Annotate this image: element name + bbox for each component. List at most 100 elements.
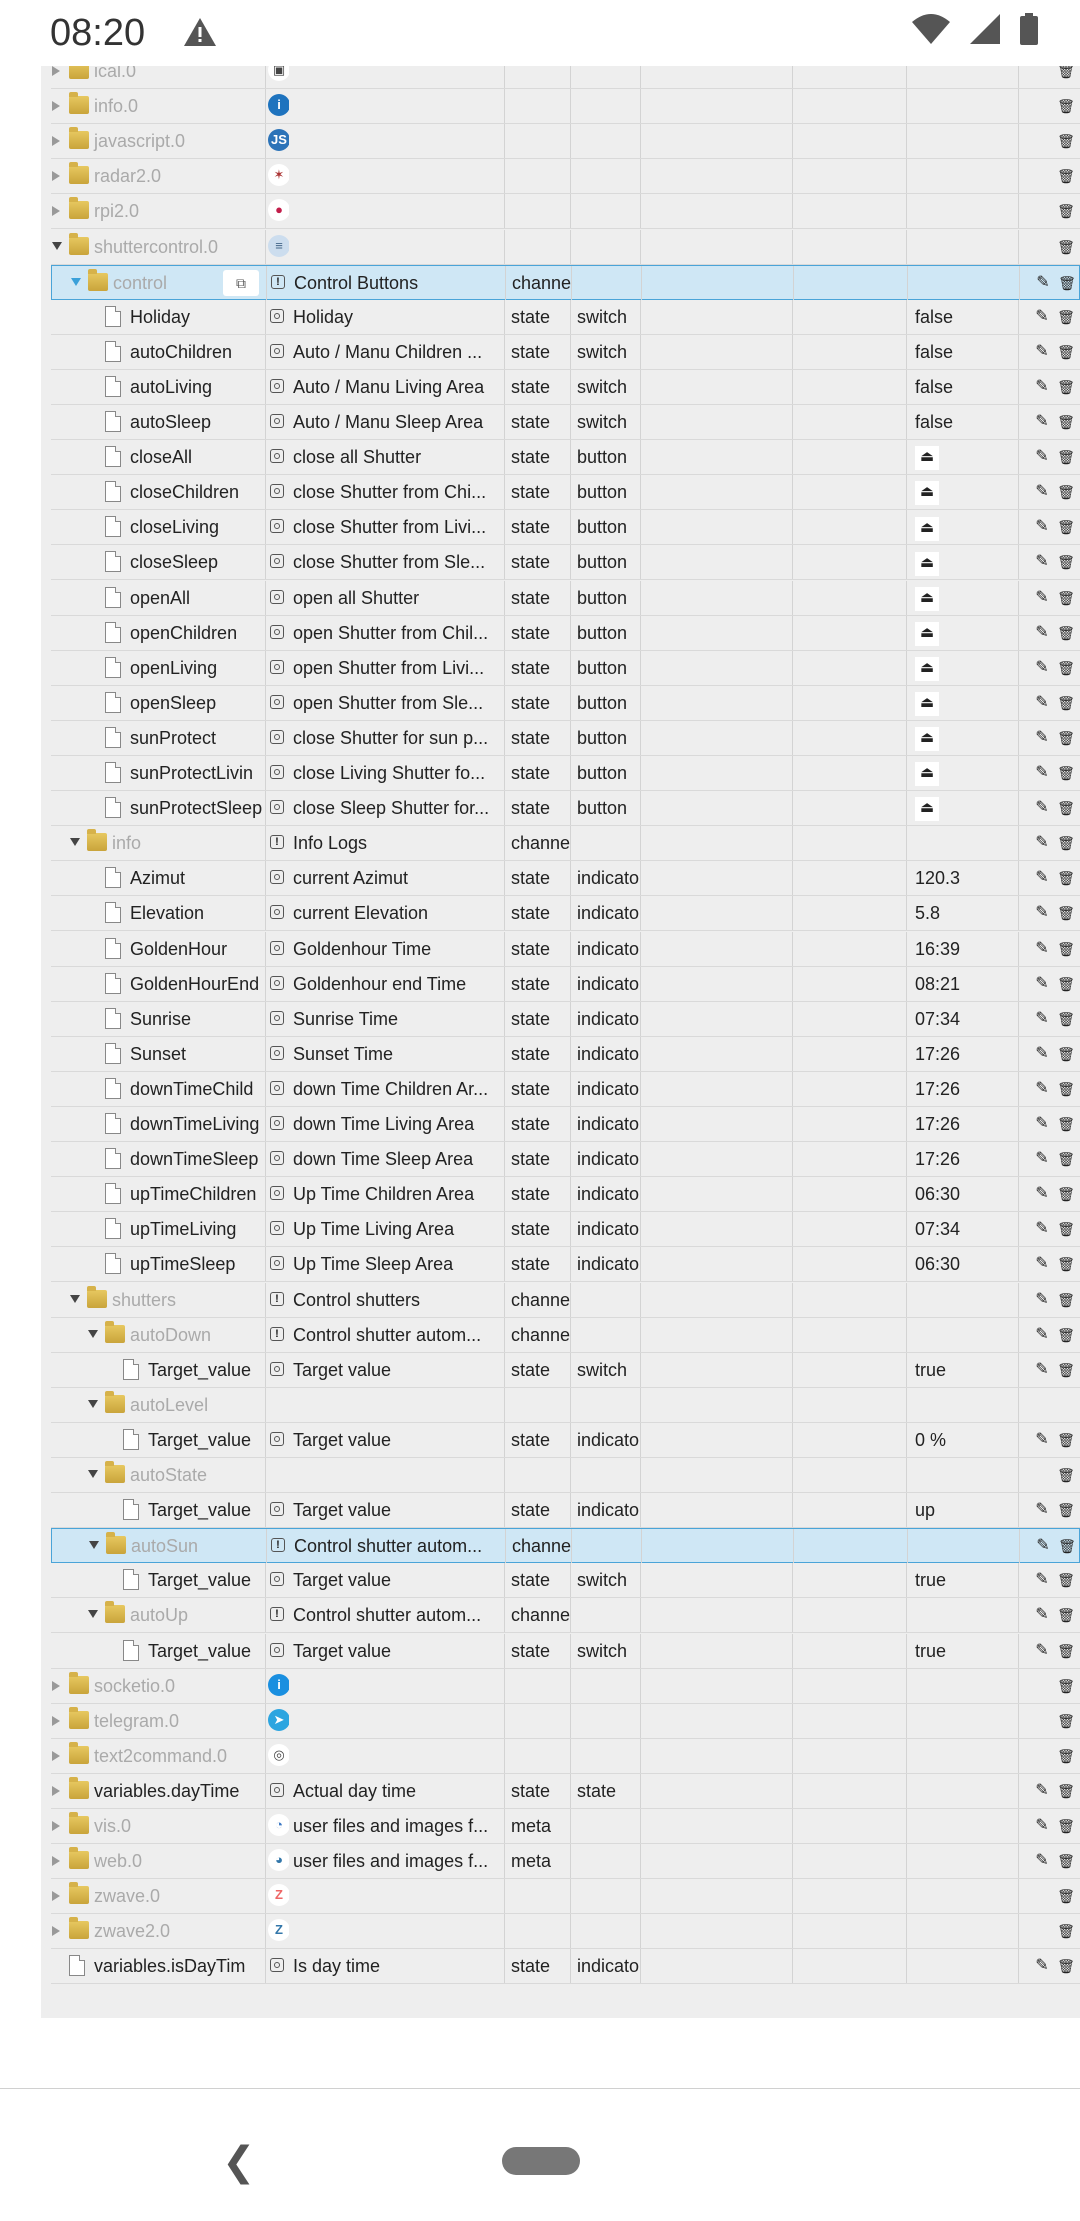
tree-row[interactable]: info! Info Logs channe ✎ 🗑: [51, 826, 1080, 862]
expand-toggle-icon[interactable]: [52, 66, 60, 76]
delete-trash-icon[interactable]: 🗑: [1057, 238, 1075, 256]
tree-row[interactable]: socketio.0 i 🗑: [51, 1668, 1080, 1704]
home-pill-icon[interactable]: [502, 2147, 580, 2175]
tree-row[interactable]: autoChildren Auto / Manu Children ... stat…: [51, 334, 1080, 370]
tree-row[interactable]: GoldenHourEnd Goldenhour end Time state ind…: [51, 966, 1080, 1002]
delete-trash-icon[interactable]: 🗑: [1058, 1537, 1076, 1555]
delete-trash-icon[interactable]: 🗑: [1057, 1922, 1075, 1940]
tree-row[interactable]: openChildren open Shutter from Chil... sta…: [51, 615, 1080, 651]
edit-pencil-icon[interactable]: ✎: [1033, 448, 1051, 466]
value-cell[interactable]: ⏏: [906, 475, 1018, 510]
tree-row[interactable]: Target_value Target value state switch true ✎…: [51, 1633, 1080, 1669]
expand-toggle-icon[interactable]: [52, 1715, 60, 1726]
expand-toggle-icon[interactable]: [71, 277, 81, 286]
tree-row[interactable]: Target_value Target value state switch true ✎…: [51, 1563, 1080, 1599]
tree-row[interactable]: Sunrise Sunrise Time state indicato 07:34 ✎ 🗑: [51, 1001, 1080, 1037]
tree-row[interactable]: Elevation current Elevation state indicato 5…: [51, 896, 1080, 932]
edit-pencil-icon[interactable]: ✎: [1033, 1326, 1051, 1344]
value-cell[interactable]: ⏏: [906, 756, 1018, 790]
tree-row[interactable]: javascript.0 JS 🗑: [51, 124, 1080, 160]
push-button-icon[interactable]: ⏏: [915, 692, 939, 717]
edit-pencil-icon[interactable]: ✎: [1033, 1642, 1051, 1660]
delete-trash-icon[interactable]: 🗑: [1057, 1115, 1075, 1133]
delete-trash-icon[interactable]: 🗑: [1057, 132, 1075, 150]
tree-row[interactable]: GoldenHour Goldenhour Time state indicato 16…: [51, 931, 1080, 967]
delete-trash-icon[interactable]: 🗑: [1057, 1571, 1075, 1589]
expand-toggle-icon[interactable]: [88, 1329, 98, 1338]
edit-pencil-icon[interactable]: ✎: [1033, 1852, 1051, 1870]
edit-pencil-icon[interactable]: ✎: [1033, 975, 1051, 993]
delete-trash-icon[interactable]: 🗑: [1057, 1185, 1075, 1203]
push-button-icon[interactable]: ⏏: [915, 656, 939, 681]
edit-pencil-icon[interactable]: ✎: [1033, 343, 1051, 361]
delete-trash-icon[interactable]: 🗑: [1057, 1361, 1075, 1379]
delete-trash-icon[interactable]: 🗑: [1057, 1606, 1075, 1624]
edit-pencil-icon[interactable]: ✎: [1033, 1431, 1051, 1449]
delete-trash-icon[interactable]: 🗑: [1057, 1957, 1075, 1975]
push-button-icon[interactable]: ⏏: [915, 586, 939, 611]
edit-pencil-icon[interactable]: ✎: [1033, 729, 1051, 747]
tree-row[interactable]: ical.0 ▣ 🗑: [51, 66, 1080, 89]
edit-pencil-icon[interactable]: ✎: [1033, 1255, 1051, 1273]
value-cell[interactable]: ⏏: [906, 650, 1018, 685]
tree-row[interactable]: zwave.0 Z 🗑: [51, 1879, 1080, 1915]
value-cell[interactable]: ⏏: [906, 685, 1018, 720]
edit-pencil-icon[interactable]: ✎: [1033, 1045, 1051, 1063]
edit-pencil-icon[interactable]: ✎: [1033, 764, 1051, 782]
edit-pencil-icon[interactable]: ✎: [1033, 1010, 1051, 1028]
edit-pencil-icon[interactable]: ✎: [1033, 1606, 1051, 1624]
tree-row[interactable]: Holiday Holiday state switch false ✎ 🗑: [51, 299, 1080, 335]
edit-pencil-icon[interactable]: ✎: [1033, 1817, 1051, 1835]
expand-toggle-icon[interactable]: [52, 1926, 60, 1937]
delete-trash-icon[interactable]: 🗑: [1057, 764, 1075, 782]
value-cell[interactable]: ⏏: [906, 720, 1018, 755]
delete-trash-icon[interactable]: 🗑: [1057, 518, 1075, 536]
push-button-icon[interactable]: ⏏: [915, 516, 939, 541]
tree-row[interactable]: rpi2.0 ● 🗑: [51, 194, 1080, 230]
edit-pencil-icon[interactable]: ✎: [1033, 694, 1051, 712]
delete-trash-icon[interactable]: 🗑: [1057, 940, 1075, 958]
delete-trash-icon[interactable]: 🗑: [1057, 1010, 1075, 1028]
delete-trash-icon[interactable]: 🗑: [1057, 834, 1075, 852]
edit-pencil-icon[interactable]: ✎: [1033, 624, 1051, 642]
delete-trash-icon[interactable]: 🗑: [1057, 1255, 1075, 1273]
delete-trash-icon[interactable]: 🗑: [1057, 1887, 1075, 1905]
delete-trash-icon[interactable]: 🗑: [1057, 975, 1075, 993]
delete-trash-icon[interactable]: 🗑: [1057, 448, 1075, 466]
value-cell[interactable]: ⏏: [906, 545, 1018, 580]
delete-trash-icon[interactable]: 🗑: [1057, 413, 1075, 431]
expand-toggle-icon[interactable]: [88, 1470, 98, 1478]
delete-trash-icon[interactable]: 🗑: [1057, 869, 1075, 887]
push-button-icon[interactable]: ⏏: [915, 551, 939, 576]
tree-row[interactable]: autoDown! Control shutter autom... channe ✎…: [51, 1317, 1080, 1353]
tree-row[interactable]: web.0 ◕ user files and images f... meta ✎ 🗑: [51, 1844, 1080, 1880]
tree-row[interactable]: autoSleep Auto / Manu Sleep Area state swit…: [51, 405, 1080, 440]
edit-pencil-icon[interactable]: ✎: [1033, 1185, 1051, 1203]
expand-toggle-icon[interactable]: [52, 1891, 60, 1902]
tree-row[interactable]: Azimut current Azimut state indicato 120.3 ✎ 🗑: [51, 861, 1080, 897]
tree-row[interactable]: closeSleep close Shutter from Sle... state…: [51, 545, 1080, 581]
delete-trash-icon[interactable]: 🗑: [1057, 1501, 1075, 1519]
value-cell[interactable]: ⏏: [906, 440, 1018, 475]
tree-row[interactable]: info.0 i 🗑: [51, 89, 1080, 125]
tree-row[interactable]: control ⧉! Control Buttons channe ✎ 🗑: [51, 264, 1080, 300]
expand-toggle-icon[interactable]: [88, 1610, 98, 1619]
edit-pencil-icon[interactable]: ✎: [1033, 1501, 1051, 1519]
edit-pencil-icon[interactable]: ✎: [1033, 1291, 1051, 1309]
delete-trash-icon[interactable]: 🗑: [1057, 202, 1075, 220]
delete-trash-icon[interactable]: 🗑: [1057, 1817, 1075, 1835]
expand-toggle-icon[interactable]: [70, 1294, 80, 1303]
tree-row[interactable]: downTimeChild down Time Children Ar... sta…: [51, 1071, 1080, 1107]
delete-trash-icon[interactable]: 🗑: [1057, 589, 1075, 607]
delete-trash-icon[interactable]: 🗑: [1057, 1326, 1075, 1344]
edit-pencil-icon[interactable]: ✎: [1033, 834, 1051, 852]
delete-trash-icon[interactable]: 🗑: [1057, 1747, 1075, 1765]
tree-row[interactable]: variables.isDayTim Is day time state indica…: [51, 1949, 1080, 1985]
delete-trash-icon[interactable]: 🗑: [1057, 553, 1075, 571]
delete-trash-icon[interactable]: 🗑: [1057, 1852, 1075, 1870]
edit-pencil-icon[interactable]: ✎: [1034, 274, 1052, 292]
tree-row[interactable]: closeChildren close Shutter from Chi... st…: [51, 475, 1080, 511]
push-button-icon[interactable]: ⏏: [915, 621, 939, 646]
tree-row[interactable]: Target_value Target value state indicato 0 %…: [51, 1422, 1080, 1458]
edit-pencil-icon[interactable]: ✎: [1033, 659, 1051, 677]
